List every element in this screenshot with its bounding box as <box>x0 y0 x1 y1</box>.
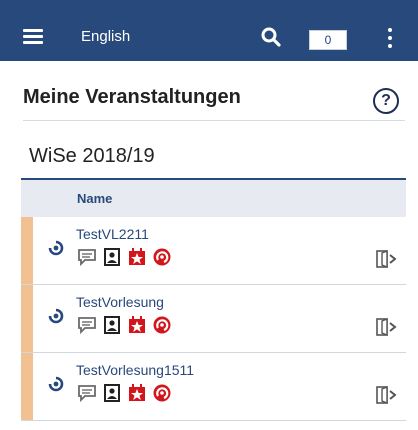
table-header: Name <box>21 178 406 217</box>
semester-heading: WiSe 2018/19 <box>29 145 155 167</box>
participants-icon[interactable] <box>101 315 123 335</box>
participants-icon[interactable] <box>101 383 123 403</box>
leave-course-icon[interactable] <box>374 249 398 269</box>
course-status-icon <box>48 308 64 324</box>
schedule-icon[interactable] <box>126 383 148 403</box>
course-tools <box>76 383 176 403</box>
forum-icon[interactable] <box>76 383 98 403</box>
forum-icon[interactable] <box>76 247 98 267</box>
help-icon[interactable]: ? <box>373 88 399 114</box>
news-icon[interactable] <box>151 247 173 267</box>
top-navigation-bar: English 0 <box>0 0 418 61</box>
column-header-name[interactable]: Name <box>77 191 112 206</box>
news-icon[interactable] <box>151 383 173 403</box>
course-link[interactable]: TestVorlesung <box>76 294 164 310</box>
course-status-icon <box>48 240 64 256</box>
course-tools <box>76 247 176 267</box>
news-icon[interactable] <box>151 315 173 335</box>
schedule-icon[interactable] <box>126 247 148 267</box>
row-color-marker <box>21 353 33 420</box>
notification-counter[interactable]: 0 <box>309 30 347 50</box>
row-color-marker <box>21 217 33 284</box>
title-divider <box>23 120 405 121</box>
search-icon[interactable] <box>260 26 282 48</box>
leave-course-icon[interactable] <box>374 385 398 405</box>
course-link[interactable]: TestVorlesung1511 <box>76 362 194 378</box>
course-table: Name TestVL2211 TestVorlesung TestVorles… <box>21 178 406 421</box>
more-vertical-icon[interactable] <box>387 28 393 48</box>
course-status-icon <box>48 376 64 392</box>
hamburger-icon[interactable] <box>23 29 43 45</box>
schedule-icon[interactable] <box>126 315 148 335</box>
row-color-marker <box>21 285 33 352</box>
course-tools <box>76 315 176 335</box>
course-link[interactable]: TestVL2211 <box>76 226 149 242</box>
forum-icon[interactable] <box>76 315 98 335</box>
language-switch-link[interactable]: English <box>81 29 130 45</box>
table-row: TestVL2211 <box>21 217 406 285</box>
page-title: Meine Veranstaltungen <box>23 86 241 108</box>
table-row: TestVorlesung <box>21 285 406 353</box>
leave-course-icon[interactable] <box>374 317 398 337</box>
participants-icon[interactable] <box>101 247 123 267</box>
table-row: TestVorlesung1511 <box>21 353 406 421</box>
